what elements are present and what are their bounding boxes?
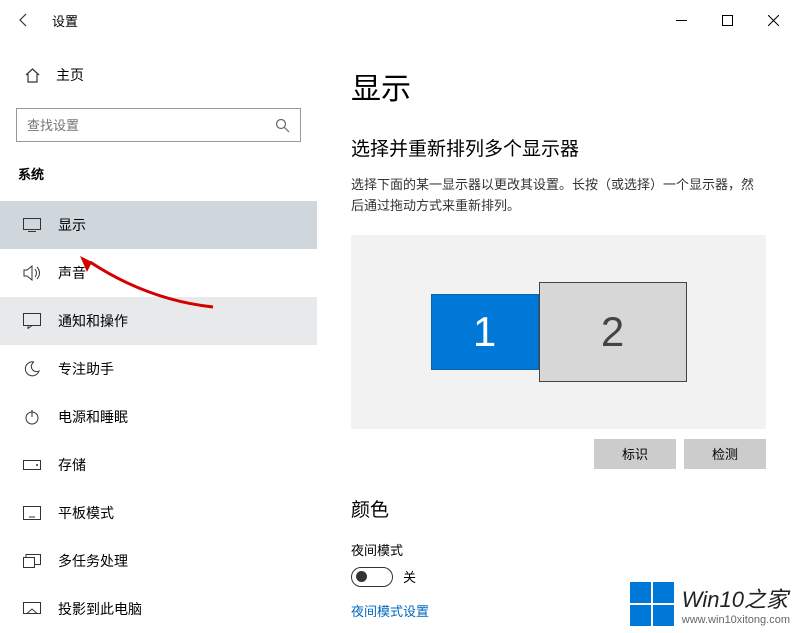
nav-item-focus-assist[interactable]: 专注助手 [0, 345, 317, 393]
arrange-description: 选择下面的某一显示器以更改其设置。长按（或选择）一个显示器，然后通过拖动方式来重… [351, 175, 766, 217]
monitor-picker[interactable]: 1 2 [351, 235, 766, 429]
nav-label: 专注助手 [58, 359, 114, 379]
monitor-1[interactable]: 1 [431, 294, 539, 370]
nav-item-tablet[interactable]: 平板模式 [0, 489, 317, 537]
nav-label: 多任务处理 [58, 551, 128, 571]
watermark: Win10之家 www.win10xitong.com [630, 582, 790, 626]
back-button[interactable] [4, 0, 44, 40]
search-input[interactable] [27, 118, 275, 133]
home-label: 主页 [56, 65, 84, 85]
window-title: 设置 [52, 11, 78, 30]
nav-item-notifications[interactable]: 通知和操作 [0, 297, 317, 345]
nav-label: 声音 [58, 263, 86, 283]
home-icon [22, 67, 42, 84]
nav-label: 平板模式 [58, 503, 114, 523]
monitor-2[interactable]: 2 [539, 282, 687, 382]
search-box[interactable] [16, 108, 301, 142]
arrow-left-icon [16, 12, 32, 28]
arrange-heading: 选择并重新排列多个显示器 [351, 134, 766, 161]
projection-icon [22, 602, 42, 616]
speaker-icon [22, 265, 42, 281]
windows-logo-icon [630, 582, 674, 626]
nav-item-multitasking[interactable]: 多任务处理 [0, 537, 317, 585]
nav-label: 显示 [58, 215, 86, 235]
night-mode-settings-link[interactable]: 夜间模式设置 [351, 604, 429, 619]
nav-item-projecting[interactable]: 投影到此电脑 [0, 585, 317, 633]
nav-label: 投影到此电脑 [58, 599, 142, 619]
moon-icon [22, 361, 42, 377]
nav-label: 通知和操作 [58, 311, 128, 331]
detect-button[interactable]: 检测 [684, 439, 766, 469]
close-button[interactable] [750, 0, 796, 40]
watermark-url: www.win10xitong.com [682, 614, 790, 626]
nav-label: 电源和睡眠 [58, 407, 128, 427]
monitor-buttons: 标识 检测 [351, 439, 766, 469]
window-controls [658, 0, 796, 40]
night-mode-label: 夜间模式 [351, 540, 766, 559]
nav-item-storage[interactable]: 存储 [0, 441, 317, 489]
main-content: 显示 选择并重新排列多个显示器 选择下面的某一显示器以更改其设置。长按（或选择）… [317, 40, 800, 632]
color-heading: 颜色 [351, 495, 766, 522]
nav-item-sound[interactable]: 声音 [0, 249, 317, 297]
multitask-icon [22, 554, 42, 568]
identify-button[interactable]: 标识 [594, 439, 676, 469]
storage-icon [22, 460, 42, 470]
nav-label: 存储 [58, 455, 86, 475]
power-icon [22, 409, 42, 425]
tablet-icon [22, 506, 42, 520]
maximize-button[interactable] [704, 0, 750, 40]
toggle-state: 关 [403, 567, 416, 586]
nav-item-display[interactable]: 显示 [0, 201, 317, 249]
category-header: 系统 [0, 164, 317, 183]
night-mode-toggle[interactable] [351, 567, 393, 587]
watermark-title: Win10之家 [682, 582, 790, 614]
monitor-icon [22, 218, 42, 232]
message-icon [22, 313, 42, 329]
nav-item-power[interactable]: 电源和睡眠 [0, 393, 317, 441]
minimize-button[interactable] [658, 0, 704, 40]
page-title: 显示 [351, 64, 766, 108]
sidebar: 主页 系统 显示 声音 通知和操作 专注助手 电源和睡眠 存储 [0, 40, 317, 632]
titlebar: 设置 [0, 0, 800, 40]
search-icon [275, 118, 290, 133]
home-button[interactable]: 主页 [0, 56, 317, 94]
